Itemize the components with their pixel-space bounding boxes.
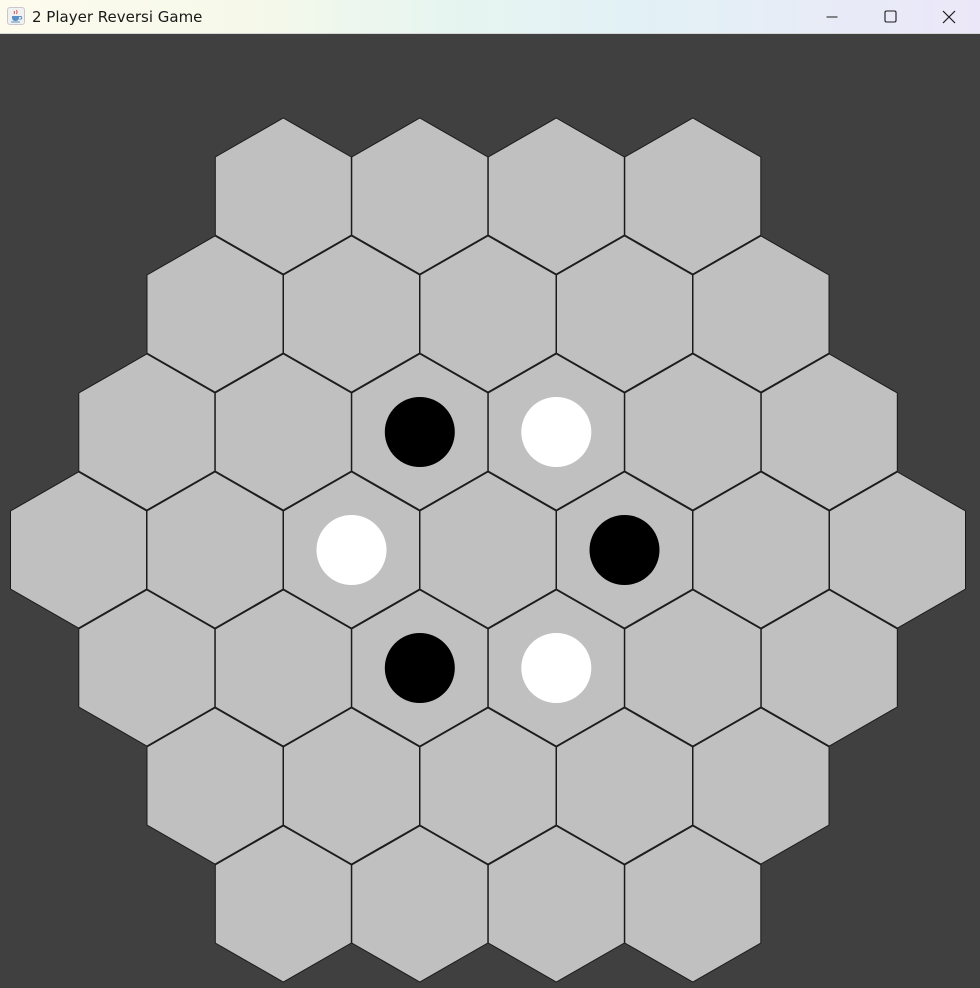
minimize-icon <box>826 11 838 23</box>
white-disc <box>521 633 592 703</box>
game-panel[interactable] <box>0 35 980 988</box>
game-window: 2 Player Reversi Game <box>0 0 980 988</box>
close-icon <box>942 10 956 24</box>
minimize-button[interactable] <box>803 0 861 33</box>
java-coffee-cup-icon <box>7 7 25 25</box>
title-bar[interactable]: 2 Player Reversi Game <box>0 0 980 34</box>
hex-board[interactable] <box>0 35 980 988</box>
black-disc <box>384 397 455 467</box>
white-disc <box>521 397 592 467</box>
black-disc <box>589 515 660 585</box>
maximize-button[interactable] <box>861 0 919 33</box>
black-disc <box>384 633 455 703</box>
close-button[interactable] <box>920 0 978 33</box>
window-title: 2 Player Reversi Game <box>32 8 203 26</box>
maximize-icon <box>883 10 897 23</box>
white-disc <box>316 515 387 585</box>
